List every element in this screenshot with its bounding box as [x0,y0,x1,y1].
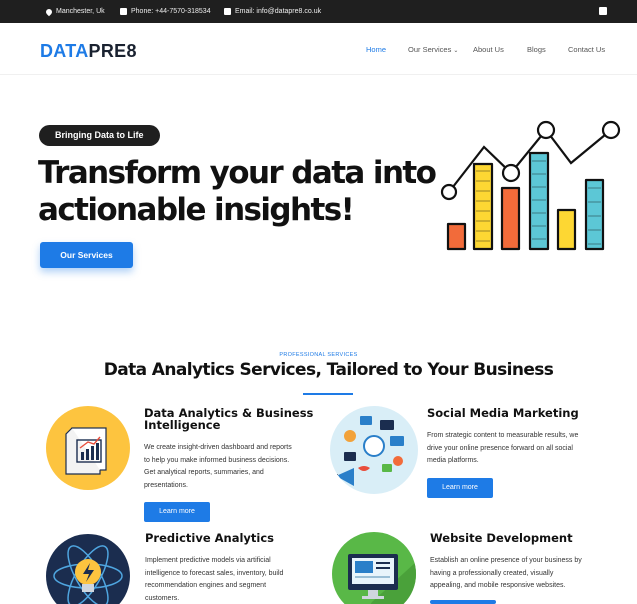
section-eyebrow: PROFESSIONAL SERVICES [279,352,358,358]
hero-headline-line2: actionable insights! [38,192,355,228]
learn-more-button-website[interactable] [430,600,496,604]
nav-home[interactable]: Home [366,45,386,54]
map-pin-icon [44,7,54,16]
desc-line: intelligence to forecast sales, inventor… [145,569,284,577]
title-divider [303,393,353,395]
monitor-web-icon [332,532,416,604]
phone-info[interactable]: Phone: +44-7570-318534 [120,8,211,15]
desc-line: appealing, and mobile responsive website… [430,582,566,590]
service-title-social-media: Social Media Marketing [427,406,579,420]
hero-headline-line1: Transform your data into [38,155,437,191]
nav-about-us[interactable]: About Us [473,45,504,54]
hero-chart-illustration [440,120,621,251]
desc-line: presentations. [144,482,188,490]
trend-point-3 [536,120,556,140]
nav-blogs[interactable]: Blogs [527,45,546,54]
desc-line: We create insight-driven dashboard and r… [144,444,292,451]
desc-line: to help you make informed business decis… [144,456,290,464]
logo-part-data: DATA [40,41,89,61]
megaphone-social-icon [330,406,418,494]
desc-line: Implement predictive models via artifici… [145,557,271,564]
service-desc-data-analytics: We create insight-driven dashboard and r… [144,442,292,493]
trend-point-4 [601,120,621,140]
chevron-down-icon: ⌄ [453,48,459,54]
hero-headline: Transform your data into actionable insi… [38,155,458,229]
envelope-icon [224,8,231,15]
desc-line: customers. [145,595,180,603]
bar-2 [472,162,494,251]
desc-line: Get analytical reports, summaries, and [144,469,264,477]
service-title-line: Intelligence [144,418,221,432]
nav-contact-us[interactable]: Contact Us [568,45,605,54]
learn-more-button-social-media[interactable]: Learn more [427,478,493,498]
phone-text[interactable]: Phone: +44-7570-318534 [131,8,211,15]
service-title-data-analytics: Data Analytics & Business Intelligence [144,407,313,431]
section-title: Data Analytics Services, Tailored to You… [103,360,554,380]
nav-our-services[interactable]: Our Services ⌄ [408,45,458,54]
bar-1 [446,222,467,251]
bar-5 [556,208,577,251]
email-text[interactable]: Email: info@datapre8.co.uk [235,8,321,15]
top-info-bar: Manchester, Uk Phone: +44-7570-318534 Em… [0,0,637,23]
email-info[interactable]: Email: info@datapre8.co.uk [224,8,321,15]
desc-line: From strategic content to measurable res… [427,432,579,439]
trend-point-2 [501,163,521,183]
linkedin-icon[interactable] [599,7,607,15]
service-title-website: Website Development [430,531,573,545]
phone-icon [120,8,127,15]
atom-bulb-icon [46,534,130,604]
nav-our-services-label: Our Services [408,45,452,54]
bar-3 [500,186,521,251]
bar-4 [528,151,550,251]
location-info: Manchester, Uk [44,7,105,16]
bar-6 [584,178,605,251]
logo-part-pre8: PRE8 [88,41,137,61]
desc-line: having a professionally created, visuall… [430,569,554,577]
desc-line: recommendation engines and segment [145,582,267,590]
hero-tagline-pill: Bringing Data to Life [39,125,160,146]
service-title-predictive: Predictive Analytics [145,531,275,545]
report-chart-icon [46,406,130,490]
desc-line: drive your online presence forward on al… [427,444,573,452]
our-services-button[interactable]: Our Services [40,242,133,268]
service-desc-website: Establish an online presence of your bus… [430,555,582,593]
trend-point-1 [440,183,458,201]
site-header: DATAPRE8 Home Our Services ⌄ About Us Blo… [0,23,637,75]
service-desc-social-media: From strategic content to measurable res… [427,430,578,468]
location-text: Manchester, Uk [56,8,105,15]
site-logo[interactable]: DATAPRE8 [40,41,137,62]
desc-line: media platforms. [427,457,479,465]
service-desc-predictive: Implement predictive models via artifici… [145,555,283,604]
desc-line: Establish an online presence of your bus… [430,557,582,564]
learn-more-button-data-analytics[interactable]: Learn more [144,502,210,522]
